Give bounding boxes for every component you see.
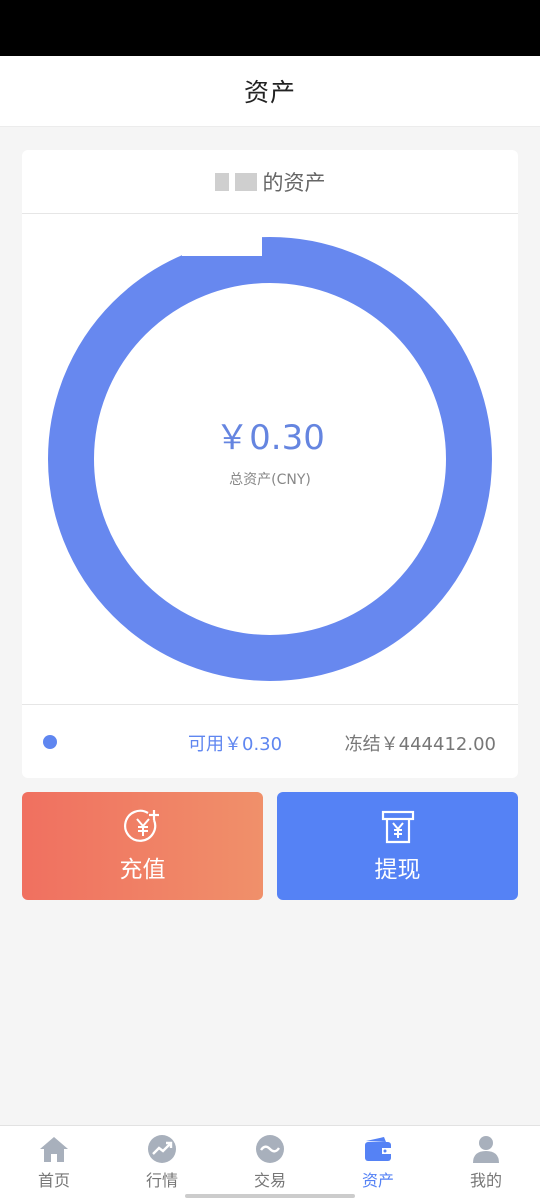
asset-ring-chart: ￥0.30 总资产(CNY) [22, 214, 518, 704]
tab-market[interactable]: 行情 [108, 1126, 216, 1201]
card-title-suffix: 的资产 [262, 170, 326, 195]
total-label: 总资产(CNY) [229, 471, 311, 488]
home-indicator [185, 1194, 355, 1198]
available-balance: 可用￥0.30 [188, 734, 283, 755]
tab-label: 我的 [469, 1171, 502, 1190]
asset-legend: 可用￥0.30 冻结￥444412.00 [22, 705, 518, 778]
user-icon [473, 1136, 499, 1163]
status-bar [0, 0, 540, 56]
trend-icon [148, 1135, 176, 1163]
tab-home[interactable]: 首页 [0, 1126, 108, 1201]
bottom-tab-bar: 首页 行情 交易 资产 我的 [0, 1125, 540, 1201]
card-title: 的资产 [22, 150, 518, 214]
total-amount: ￥0.30 [215, 417, 325, 458]
frozen-balance: 冻结￥444412.00 [344, 734, 496, 755]
redacted-name-block [234, 172, 257, 191]
tab-trade[interactable]: 交易 [216, 1126, 324, 1201]
page-header: 资产 [0, 56, 540, 127]
redacted-name-block [214, 172, 229, 191]
recharge-button[interactable]: 充值 [22, 792, 263, 900]
tab-label: 首页 [37, 1171, 70, 1190]
yen-withdraw-icon [381, 810, 414, 844]
home-icon [40, 1137, 68, 1162]
exchange-icon [256, 1135, 284, 1163]
tab-label: 行情 [145, 1171, 178, 1190]
withdraw-button[interactable]: 提现 [277, 792, 518, 900]
page-title: 资产 [243, 78, 296, 107]
yen-plus-icon [123, 809, 159, 842]
ring-center: ￥0.30 总资产(CNY) [22, 214, 518, 704]
asset-card: 的资产 ￥0.30 总资产(CNY) 可用￥0.30 冻结￥444412.00 [22, 150, 518, 778]
legend-dot [43, 735, 57, 749]
withdraw-label: 提现 [374, 857, 421, 883]
tab-label: 交易 [253, 1171, 286, 1190]
tab-assets[interactable]: 资产 [324, 1126, 432, 1201]
wallet-icon [365, 1137, 391, 1161]
recharge-label: 充值 [119, 857, 166, 883]
tab-profile[interactable]: 我的 [432, 1126, 540, 1201]
tab-label: 资产 [361, 1171, 394, 1190]
